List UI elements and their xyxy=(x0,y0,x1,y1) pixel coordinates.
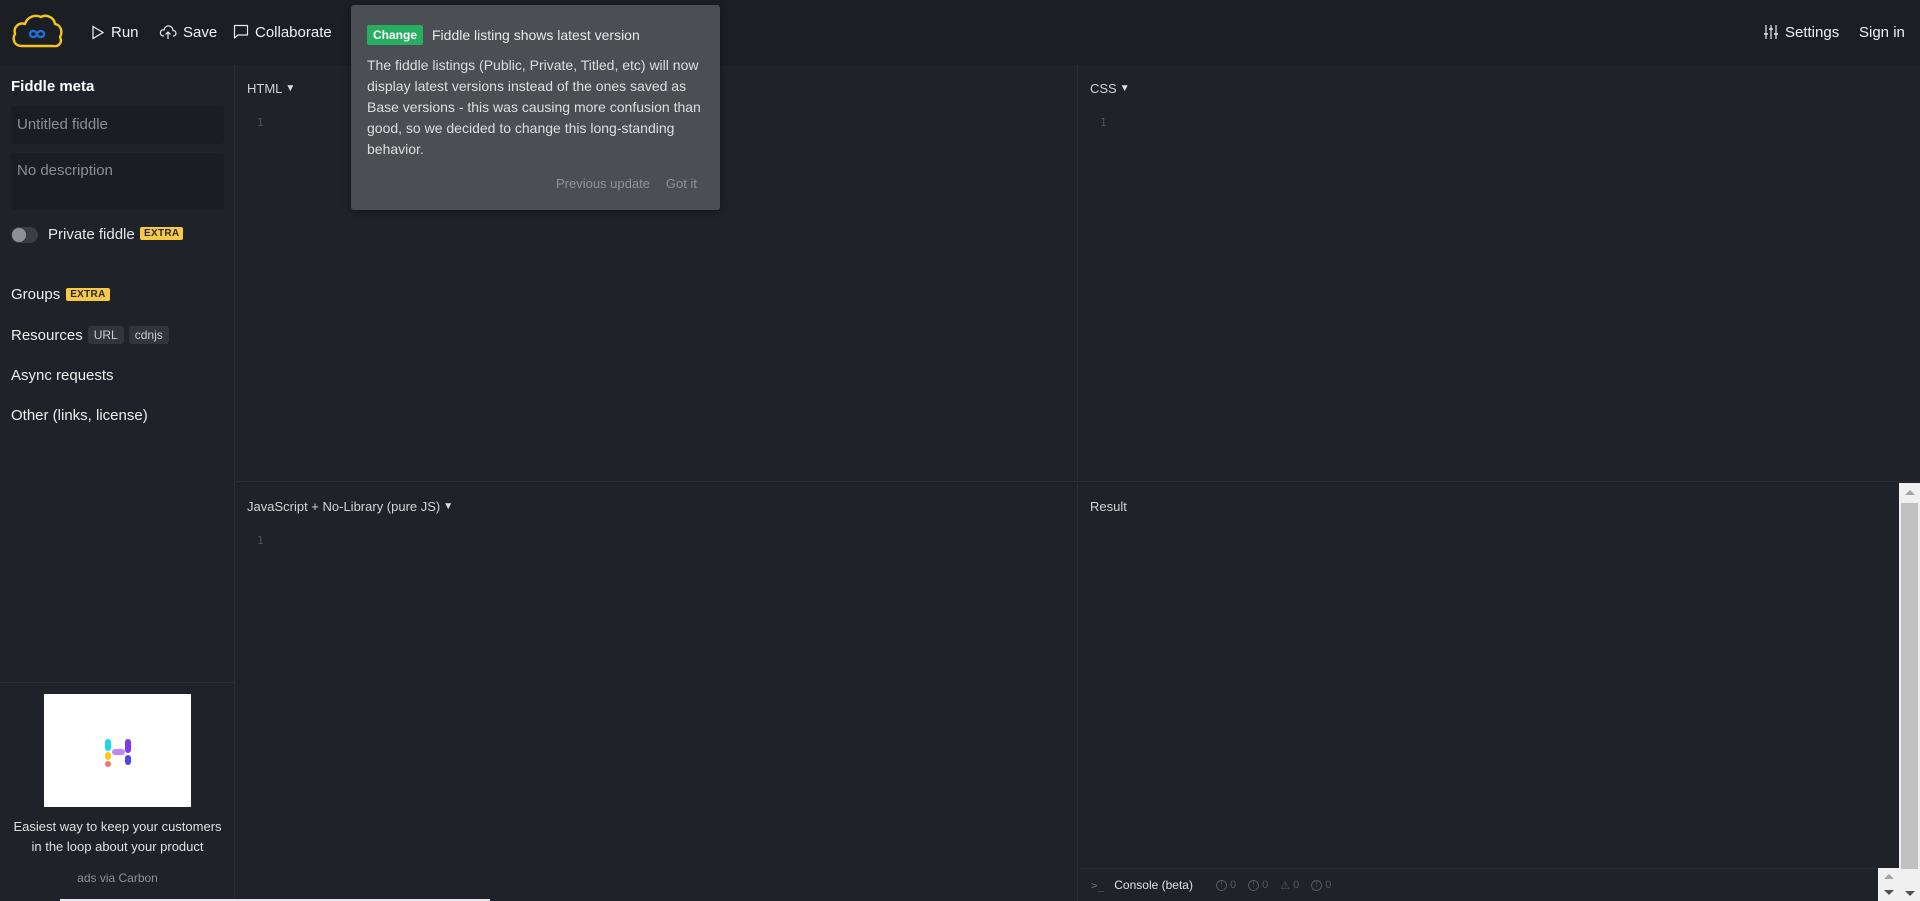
result-panel[interactable]: Result xyxy=(1079,483,1920,901)
private-fiddle-label: Private fiddle xyxy=(48,226,135,243)
line-number: 1 xyxy=(257,534,264,547)
console-log-count: ! 0 xyxy=(1215,879,1237,891)
jsfiddle-logo-icon[interactable] xyxy=(10,13,64,49)
sliders-icon xyxy=(1764,25,1778,39)
other-label: Other (links, license) xyxy=(11,407,148,424)
sidebar-item-other[interactable]: Other (links, license) xyxy=(11,407,148,424)
extra-badge: EXTRA xyxy=(140,227,184,240)
sign-in-label: Sign in xyxy=(1859,23,1905,41)
notification-body: The fiddle listings (Public, Private, Ti… xyxy=(367,57,701,157)
resources-label: Resources xyxy=(11,326,83,344)
chat-bubble-icon xyxy=(233,24,249,39)
scroll-up-arrow-icon[interactable] xyxy=(1899,483,1920,501)
console-info-count: ! 0 xyxy=(1248,879,1268,891)
count-value: 0 xyxy=(1325,879,1332,891)
caret-down-icon: ▼ xyxy=(285,83,296,94)
js-editor-panel[interactable]: JavaScript + No-Library (pure JS) ▼ 1 xyxy=(236,483,1078,901)
url-tag[interactable]: URL xyxy=(87,326,124,344)
toggle-knob xyxy=(12,228,26,242)
ads-via-carbon-link[interactable]: ads via Carbon xyxy=(0,871,235,885)
scroll-down-arrow-icon[interactable] xyxy=(1899,886,1920,901)
terminal-prompt-icon: >_ xyxy=(1091,878,1105,892)
result-panel-label: Result xyxy=(1090,499,1127,514)
css-panel-dropdown[interactable]: CSS ▼ xyxy=(1090,81,1130,96)
fiddle-description-input[interactable] xyxy=(11,153,224,210)
caret-down-icon: ▼ xyxy=(443,501,454,512)
html-panel-label: HTML xyxy=(247,81,283,96)
run-button[interactable]: Run xyxy=(91,20,139,44)
ad-logo-icon xyxy=(105,739,131,767)
result-panel-header: Result xyxy=(1090,499,1127,514)
count-value: 0 xyxy=(1262,879,1269,891)
html-panel-dropdown[interactable]: HTML ▼ xyxy=(247,81,295,96)
sidebar-item-async-requests[interactable]: Async requests xyxy=(11,367,114,384)
groups-label: Groups xyxy=(11,286,61,303)
sidebar-item-groups[interactable]: Groups EXTRA xyxy=(11,286,110,303)
count-value: 0 xyxy=(1293,879,1300,891)
save-label: Save xyxy=(183,23,218,41)
extra-badge: EXTRA xyxy=(66,288,110,301)
collaborate-button[interactable]: Collaborate xyxy=(233,20,332,44)
js-panel-dropdown[interactable]: JavaScript + No-Library (pure JS) ▼ xyxy=(247,499,453,514)
info-icon: ! xyxy=(1215,879,1227,891)
cloud-upload-icon xyxy=(159,25,177,39)
scroll-down-arrow-icon[interactable] xyxy=(1883,890,1894,896)
async-label: Async requests xyxy=(11,367,114,384)
js-panel-label: JavaScript + No-Library (pure JS) xyxy=(247,499,441,514)
previous-update-button[interactable]: Previous update xyxy=(556,176,650,191)
cdnjs-tag[interactable]: cdnjs xyxy=(128,326,169,344)
console-error-count: ! 0 xyxy=(1311,879,1331,891)
collaborate-label: Collaborate xyxy=(255,23,332,41)
scrollbar-thumb[interactable] xyxy=(1901,503,1918,869)
line-number: 1 xyxy=(1100,116,1107,129)
css-editor-panel[interactable]: CSS ▼ 1 xyxy=(1079,65,1920,482)
got-it-button[interactable]: Got it xyxy=(666,176,697,191)
sidebar-item-resources[interactable]: Resources URL cdnjs xyxy=(11,326,169,344)
console-label[interactable]: Console (beta) xyxy=(1114,878,1193,892)
run-label: Run xyxy=(111,23,139,41)
css-panel-label: CSS xyxy=(1090,81,1117,96)
result-scrollbar[interactable] xyxy=(1899,483,1920,886)
top-bar: Run Save Collaborate Settings Sign in xyxy=(0,0,1920,65)
save-button[interactable]: Save xyxy=(159,20,217,44)
scroll-up-arrow-icon[interactable] xyxy=(1883,873,1894,879)
change-badge: Change xyxy=(367,25,424,45)
console-warning-count: ⚠ 0 xyxy=(1280,879,1299,892)
ad-text[interactable]: Easiest way to keep your customers in th… xyxy=(8,817,227,857)
warning-icon: ⚠ xyxy=(1280,879,1291,892)
fiddle-title-input[interactable] xyxy=(11,106,224,144)
sign-in-link[interactable]: Sign in xyxy=(1859,20,1905,44)
settings-button[interactable]: Settings xyxy=(1763,20,1839,44)
error-icon: ! xyxy=(1311,879,1323,891)
console-scrollbar[interactable] xyxy=(1878,868,1899,901)
console-bar[interactable]: >_ Console (beta) ! 0 ! 0 ⚠ 0 ! 0 xyxy=(1079,868,1878,901)
settings-label: Settings xyxy=(1785,23,1840,41)
count-value: 0 xyxy=(1229,879,1237,891)
play-icon xyxy=(92,24,105,40)
ad-image[interactable] xyxy=(44,694,191,807)
update-notification: Change Fiddle listing shows latest versi… xyxy=(351,5,720,210)
fiddle-meta-heading: Fiddle meta xyxy=(11,78,95,95)
line-number: 1 xyxy=(257,116,264,129)
notification-title: Fiddle listing shows latest version xyxy=(432,27,640,43)
private-fiddle-toggle[interactable] xyxy=(11,227,38,243)
info-icon: ! xyxy=(1248,879,1260,891)
carbon-ad: Easiest way to keep your customers in th… xyxy=(0,682,235,901)
caret-down-icon: ▼ xyxy=(1119,83,1130,94)
sidebar: Fiddle meta Private fiddle EXTRA Groups … xyxy=(0,65,235,901)
